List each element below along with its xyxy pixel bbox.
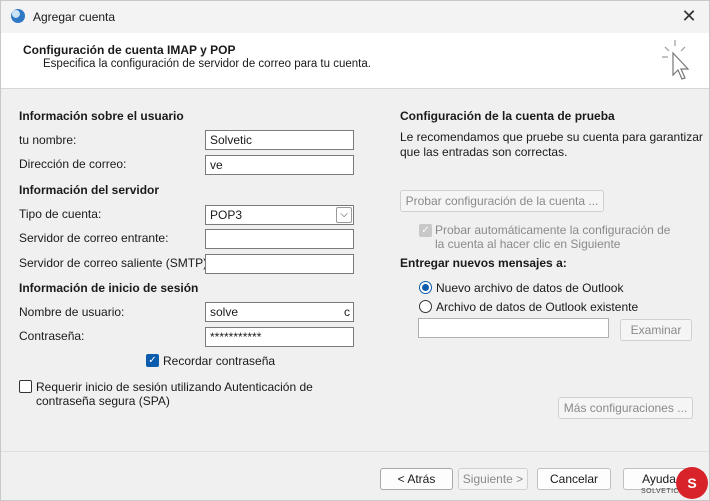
incoming-server-label: Servidor de correo entrante:	[19, 231, 169, 245]
login-info-heading: Información de inicio de sesión	[19, 281, 199, 295]
dialog-header: Configuración de cuenta IMAP y POP Espec…	[1, 33, 709, 89]
close-button[interactable]: ✕	[677, 5, 701, 29]
spa-checkbox[interactable]	[19, 380, 32, 393]
page-title: Configuración de cuenta IMAP y POP	[23, 43, 236, 57]
username-overflow-text: c	[344, 305, 350, 319]
username-value: solve	[210, 305, 239, 319]
spa-label-line1[interactable]: Requerir inicio de sesión utilizando Aut…	[36, 380, 313, 394]
window-title: Agregar cuenta	[33, 10, 116, 24]
chevron-down-icon[interactable]: ⌵	[336, 207, 352, 223]
email-field[interactable]: ve	[205, 155, 354, 175]
auto-test-label-line2: la cuenta al hacer clic en Siguiente	[435, 237, 621, 251]
back-button[interactable]: < Atrás	[380, 468, 453, 490]
cancel-button[interactable]: Cancelar	[537, 468, 611, 490]
username-field[interactable]: solve c	[205, 302, 354, 322]
remember-password-checkbox[interactable]: ✓	[146, 354, 159, 367]
account-type-label: Tipo de cuenta:	[19, 207, 102, 221]
data-file-path-field[interactable]	[418, 318, 609, 338]
footer-divider	[1, 451, 709, 452]
password-label: Contraseña:	[19, 329, 85, 343]
remember-password-label[interactable]: Recordar contraseña	[163, 354, 275, 368]
solvetic-watermark-text: SOLVETIC	[641, 488, 680, 495]
account-type-select[interactable]: POP3 ⌵	[205, 205, 354, 225]
name-label: tu nombre:	[19, 133, 77, 147]
email-label: Dirección de correo:	[19, 157, 127, 171]
test-desc-line2: que las entradas son correctas.	[400, 145, 568, 159]
add-account-dialog: Agregar cuenta ✕ Configuración de cuenta…	[0, 0, 710, 501]
test-desc-line1: Le recomendamos que pruebe su cuenta par…	[400, 130, 703, 144]
title-bar: Agregar cuenta ✕	[1, 1, 709, 33]
outgoing-server-label: Servidor de correo saliente (SMTP):	[19, 256, 211, 270]
spa-label-line2[interactable]: contraseña segura (SPA)	[36, 394, 170, 408]
new-data-file-label[interactable]: Nuevo archivo de datos de Outlook	[436, 281, 623, 295]
cursor-sparkle-icon	[662, 40, 690, 80]
user-info-heading: Información sobre el usuario	[19, 109, 184, 123]
test-account-button[interactable]: Probar configuración de la cuenta ...	[400, 190, 604, 212]
dialog-content: Información sobre el usuario tu nombre: …	[1, 89, 709, 451]
outlook-app-icon	[11, 9, 25, 23]
name-field[interactable]: Solvetic	[205, 130, 354, 150]
more-settings-button[interactable]: Más configuraciones ...	[558, 397, 693, 419]
incoming-server-field[interactable]	[205, 229, 354, 249]
auto-test-checkbox[interactable]: ✓	[419, 224, 432, 237]
password-field[interactable]: ***********	[205, 327, 354, 347]
existing-data-file-radio[interactable]	[419, 300, 432, 313]
solvetic-watermark-logo: S	[676, 467, 708, 499]
outgoing-server-field[interactable]	[205, 254, 354, 274]
server-info-heading: Información del servidor	[19, 183, 160, 197]
existing-data-file-label[interactable]: Archivo de datos de Outlook existente	[436, 300, 638, 314]
account-type-value: POP3	[210, 208, 243, 222]
test-heading: Configuración de la cuenta de prueba	[400, 109, 615, 123]
auto-test-label-line1: Probar automáticamente la configuración …	[435, 223, 671, 237]
username-label: Nombre de usuario:	[19, 305, 125, 319]
browse-button[interactable]: Examinar	[620, 319, 692, 341]
new-data-file-radio[interactable]	[419, 281, 432, 294]
page-subtitle: Especifica la configuración de servidor …	[43, 58, 371, 70]
next-button[interactable]: Siguiente >	[458, 468, 528, 490]
deliver-heading: Entregar nuevos mensajes a:	[400, 256, 567, 270]
